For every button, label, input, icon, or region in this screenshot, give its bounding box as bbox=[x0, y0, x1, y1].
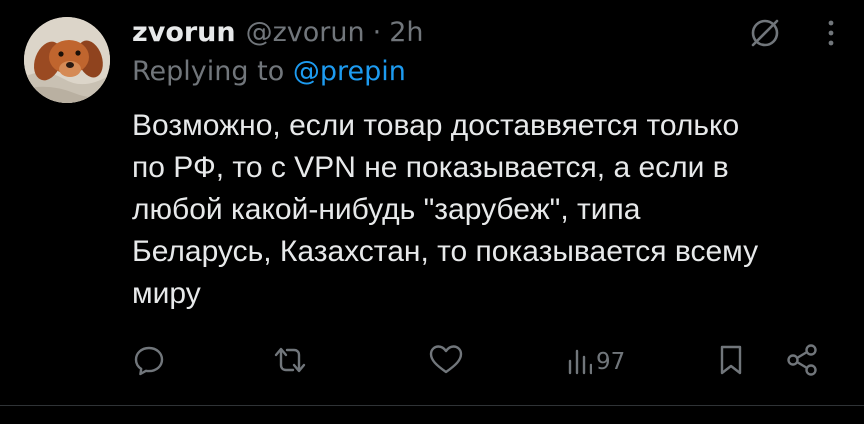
like-button[interactable] bbox=[428, 344, 464, 380]
bookmark-icon bbox=[716, 343, 746, 381]
more-vertical-icon[interactable] bbox=[826, 18, 836, 52]
retweet-icon bbox=[270, 343, 310, 381]
replying-to: Replying to @prepin bbox=[132, 56, 406, 87]
heart-icon bbox=[428, 343, 464, 381]
bookmark-button[interactable] bbox=[716, 344, 746, 380]
action-bar: 97 bbox=[132, 344, 822, 380]
views-button[interactable]: 97 bbox=[566, 344, 625, 380]
views-count: 97 bbox=[596, 349, 626, 375]
tweet[interactable]: zvorun @zvorun · 2h Replying to @prepin … bbox=[0, 0, 864, 405]
tweet-header: zvorun @zvorun · 2h bbox=[132, 14, 424, 50]
tweet-text: Возможно, если товар доставвяется только… bbox=[132, 109, 759, 310]
retweet-button[interactable] bbox=[270, 344, 310, 380]
tweet-divider bbox=[0, 405, 864, 406]
meta-separator: · bbox=[372, 16, 382, 48]
views-bar-icon bbox=[566, 343, 593, 381]
share-icon bbox=[784, 343, 820, 381]
slashed-circle-icon[interactable] bbox=[748, 16, 782, 54]
header-icons bbox=[748, 16, 836, 54]
replying-to-handle-link[interactable]: @prepin bbox=[293, 56, 406, 87]
replying-to-label: Replying to bbox=[132, 56, 285, 87]
reply-button[interactable] bbox=[132, 344, 166, 380]
avatar[interactable] bbox=[24, 17, 110, 103]
reply-icon bbox=[132, 343, 166, 381]
share-button[interactable] bbox=[784, 344, 820, 380]
author-display-name[interactable]: zvorun bbox=[132, 17, 236, 48]
author-handle[interactable]: @zvorun bbox=[246, 17, 365, 48]
tweet-timestamp[interactable]: 2h bbox=[389, 17, 423, 48]
